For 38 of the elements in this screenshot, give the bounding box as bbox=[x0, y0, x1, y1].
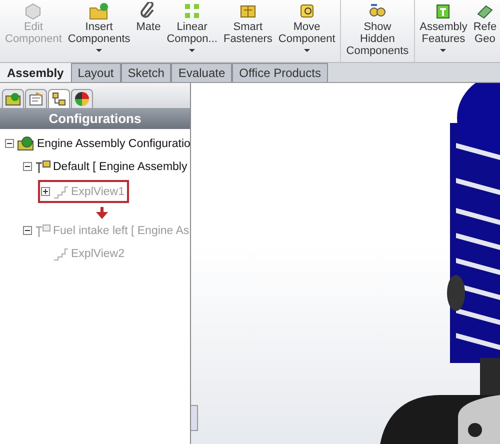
toolbar-button[interactable]: Show Hidden Components bbox=[343, 0, 412, 62]
collapse-icon[interactable] bbox=[23, 162, 32, 171]
tab[interactable]: Office Products bbox=[232, 63, 328, 82]
toolbar-button[interactable]: Mate bbox=[133, 0, 164, 62]
tab[interactable]: Layout bbox=[70, 63, 121, 82]
panel-tab[interactable] bbox=[2, 89, 24, 108]
toolbar-button[interactable]: Linear Compon... bbox=[164, 0, 220, 62]
toolbar-button[interactable]: Assembly Features bbox=[416, 0, 470, 62]
assembly-icon bbox=[17, 136, 35, 151]
property-icon bbox=[28, 92, 44, 106]
toolbar-button[interactable]: Smart Fasteners bbox=[220, 0, 276, 62]
color-wheel-icon bbox=[74, 92, 90, 106]
panel-title: Configurations bbox=[0, 108, 190, 129]
collapse-icon[interactable] bbox=[5, 139, 14, 148]
exploded-view-icon bbox=[53, 246, 69, 260]
box-icon bbox=[24, 2, 42, 20]
exploded-view-icon bbox=[53, 184, 69, 198]
configuration-icon bbox=[51, 92, 67, 106]
assembly-icon bbox=[5, 92, 21, 106]
pattern-icon bbox=[183, 2, 202, 20]
panel-tab[interactable] bbox=[71, 89, 93, 108]
configuration-icon bbox=[35, 224, 51, 238]
configuration-icon bbox=[35, 160, 51, 174]
toolbar-button[interactable]: Insert Components bbox=[64, 0, 134, 62]
tab[interactable]: Assembly bbox=[0, 63, 71, 82]
panel-collapse-handle[interactable] bbox=[191, 405, 198, 431]
toolbar-button[interactable]: Refe Geo bbox=[470, 0, 500, 62]
tree-item[interactable]: Default [ Engine Assembly bbox=[20, 155, 190, 178]
panel-tab[interactable] bbox=[48, 89, 70, 108]
tab[interactable]: Evaluate bbox=[171, 63, 232, 82]
paperclip-icon bbox=[140, 2, 156, 20]
move-icon bbox=[298, 2, 316, 20]
panel-tab[interactable] bbox=[25, 89, 47, 108]
toolbar-button[interactable]: Move Component bbox=[275, 0, 338, 62]
tree-item[interactable]: Engine Assembly Configuratio bbox=[2, 132, 190, 155]
annotation-arrow bbox=[96, 207, 108, 219]
tab[interactable]: Sketch bbox=[120, 63, 172, 82]
folder-icon bbox=[89, 2, 110, 20]
